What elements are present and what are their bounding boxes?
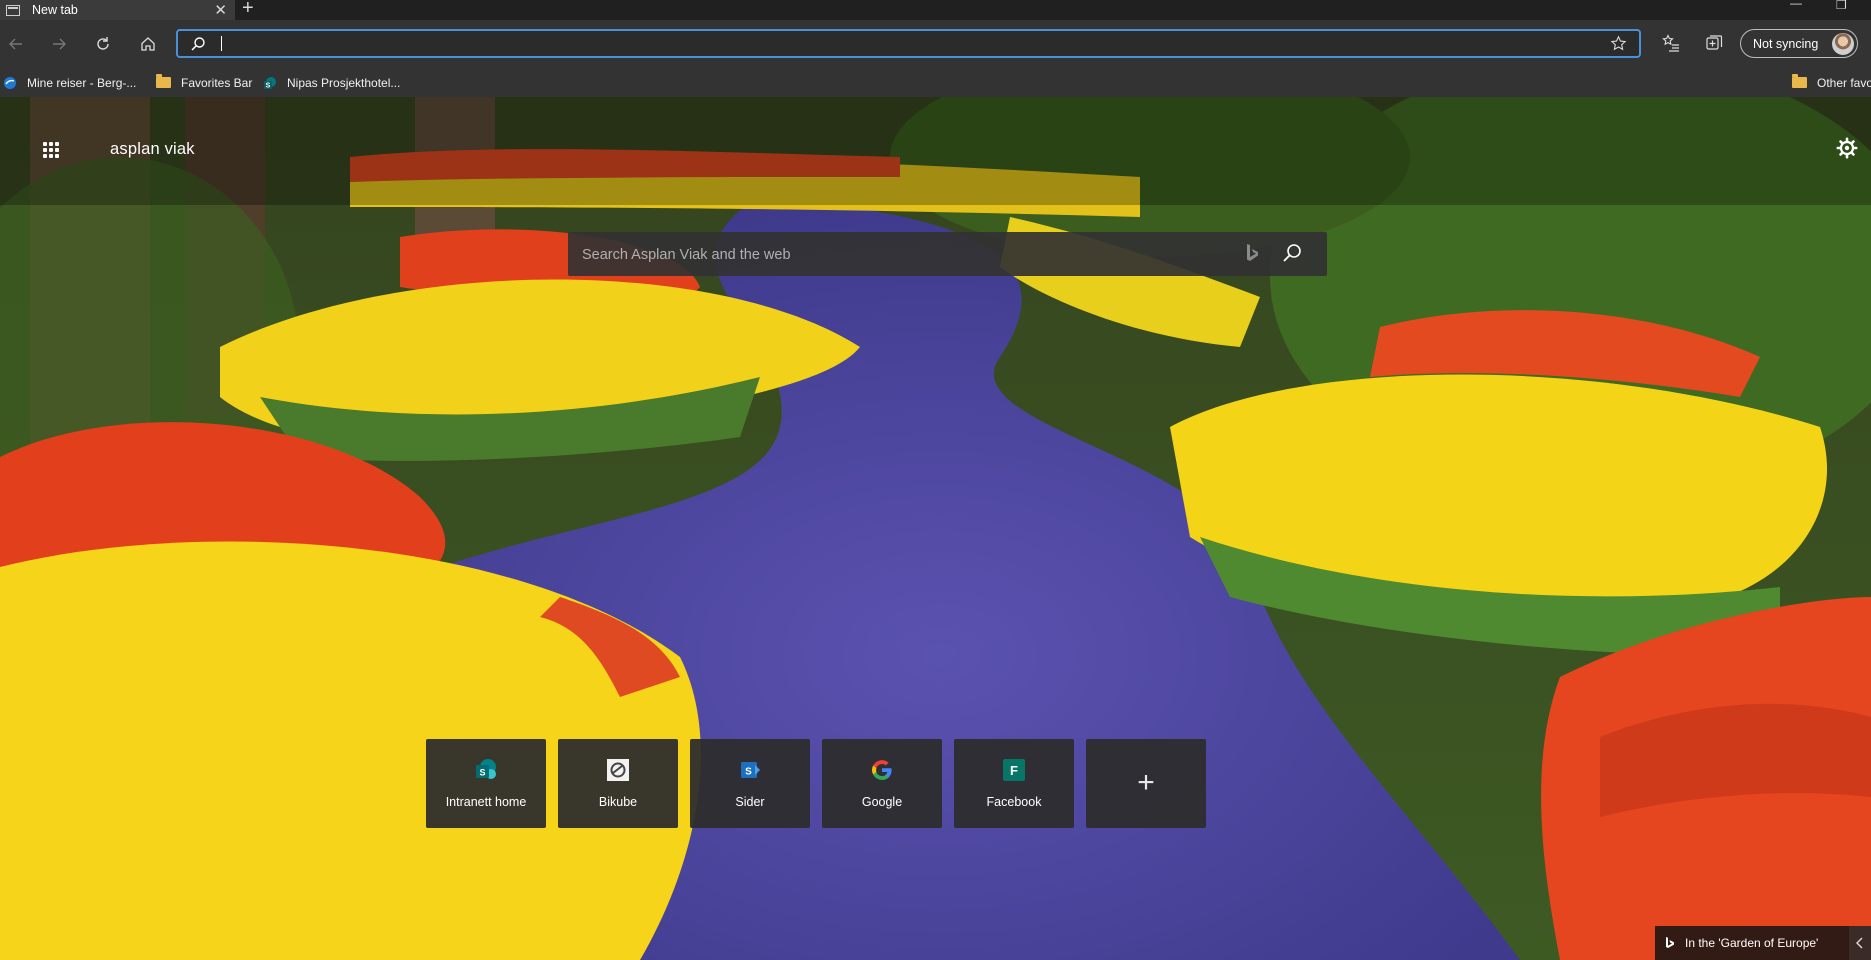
quick-link-label: Facebook	[986, 795, 1042, 809]
add-quick-link-button[interactable]: +	[1086, 739, 1206, 828]
forms-icon: F	[1003, 759, 1025, 781]
forward-arrow-icon	[53, 38, 66, 50]
page-header-band	[0, 97, 1871, 205]
text-caret	[221, 36, 222, 51]
profile-sync-button[interactable]: Not syncing	[1740, 29, 1858, 58]
quick-link-tile[interactable]: Bikube	[558, 739, 678, 828]
home-button[interactable]	[136, 32, 160, 56]
web-search-box[interactable]	[568, 232, 1327, 276]
tab-new-tab[interactable]: New tab ✕	[0, 0, 235, 20]
new-tab-page-icon	[6, 4, 20, 16]
refresh-button[interactable]	[91, 32, 115, 56]
quick-link-tile[interactable]: F Facebook	[954, 739, 1074, 828]
svg-text:S: S	[745, 767, 752, 778]
folder-icon	[1792, 74, 1807, 88]
bookmark-label: Favorites Bar	[181, 75, 253, 90]
bookmark-mine-reiser[interactable]: Mine reiser - Berg-...	[3, 68, 136, 97]
title-bar: New tab ✕ + — ❐	[0, 0, 1871, 20]
sharepoint-sider-icon: S	[741, 762, 760, 778]
home-icon	[141, 37, 155, 51]
sync-status-label: Not syncing	[1753, 36, 1819, 51]
search-submit-icon[interactable]	[1281, 242, 1303, 264]
new-tab-plus-icon[interactable]: +	[242, 0, 254, 18]
quick-link-tile[interactable]: S Intranett home	[426, 739, 546, 828]
quick-link-label: Sider	[735, 795, 765, 809]
quick-link-label: Google	[861, 795, 903, 809]
bing-logo-icon	[1666, 937, 1674, 948]
avatar	[1832, 33, 1854, 55]
quick-link-tile[interactable]: Google	[822, 739, 942, 828]
restore-icon[interactable]: ❐	[1836, 0, 1847, 12]
sharepoint-icon: S	[264, 76, 276, 89]
gear-icon[interactable]	[1836, 137, 1858, 159]
svg-text:F: F	[1010, 763, 1018, 778]
plus-icon: +	[1137, 766, 1155, 799]
svg-text:S: S	[266, 82, 271, 89]
favorites-list-icon[interactable]	[1661, 33, 1681, 53]
toolbar: Not syncing	[0, 20, 1871, 68]
svg-text:S: S	[479, 768, 485, 778]
background-caption: In the 'Garden of Europe'	[1685, 936, 1819, 950]
forward-button[interactable]	[47, 32, 71, 56]
next-background-button[interactable]	[1849, 926, 1871, 960]
background-info-button[interactable]: In the 'Garden of Europe'	[1655, 926, 1849, 960]
quick-link-tile[interactable]: S Sider	[690, 739, 810, 828]
quick-link-label: Intranett home	[445, 795, 527, 809]
bookmark-label: Mine reiser - Berg-...	[27, 75, 137, 90]
folder-icon	[156, 74, 171, 88]
quick-link-label: Bikube	[598, 795, 638, 809]
favorites-bar: Mine reiser - Berg-... Favorites Bar S N…	[0, 68, 1871, 98]
travel-site-icon	[4, 76, 16, 89]
google-icon	[872, 760, 892, 780]
collections-icon[interactable]	[1704, 33, 1724, 53]
app-launcher-icon[interactable]	[43, 142, 59, 158]
address-bar[interactable]	[176, 29, 1641, 58]
address-input[interactable]	[218, 34, 1582, 56]
minimize-icon[interactable]: —	[1790, 0, 1802, 10]
search-icon	[191, 37, 205, 51]
bookmark-label: Nipas Prosjekthotel...	[287, 75, 401, 90]
bikube-icon	[607, 759, 629, 781]
bookmark-favorites-bar[interactable]: Favorites Bar	[156, 68, 252, 97]
favorite-star-icon[interactable]	[1610, 35, 1627, 52]
back-arrow-icon	[9, 38, 22, 50]
refresh-icon	[97, 37, 109, 50]
back-button[interactable]	[4, 32, 28, 56]
close-tab-icon[interactable]: ✕	[214, 1, 227, 19]
background-image	[0, 97, 1871, 960]
organization-name: asplan viak	[110, 140, 195, 158]
quick-links: S Intranett home Bikube S Sider Google F…	[426, 739, 1206, 828]
new-tab-page: asplan viak S Intranett home Bikube S	[0, 97, 1871, 960]
tab-title: New tab	[32, 3, 78, 17]
bookmark-label: Other favo	[1817, 75, 1871, 90]
sharepoint-icon: S	[476, 759, 496, 779]
chevron-left-icon	[1856, 937, 1863, 949]
bookmark-nipas-prosjekthotel[interactable]: S Nipas Prosjekthotel...	[263, 68, 400, 97]
bookmark-other-favorites[interactable]: Other favo	[1792, 68, 1871, 97]
bing-logo-icon	[1247, 244, 1258, 261]
web-search-input[interactable]	[580, 244, 1224, 266]
